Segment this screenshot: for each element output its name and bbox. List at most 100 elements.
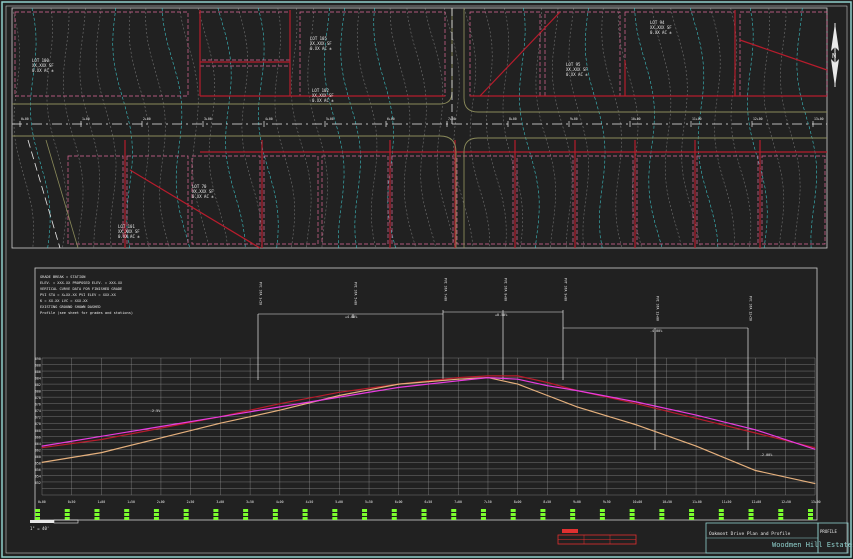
- elev-readout-bar: [124, 513, 130, 516]
- contour-minor: [95, 7, 117, 249]
- station-elev-readout: [421, 509, 427, 520]
- lot-boundary: [696, 155, 759, 245]
- station-tick-label: 6+00: [395, 500, 403, 504]
- contour-minor: [780, 7, 801, 249]
- profile-series-2-point: [517, 383, 519, 385]
- contour-minor: [62, 7, 84, 249]
- station-elev-readout: [124, 509, 130, 520]
- profile-note: GRADE BREAK = STATION: [40, 275, 85, 279]
- elev-readout-bar: [510, 517, 516, 520]
- elev-readout-bar: [808, 517, 813, 520]
- plan-contours: [11, 7, 818, 249]
- contour-minor: [128, 7, 150, 249]
- profile-viewport-frame: [34, 267, 818, 521]
- profile-note: Profile (see sheet for grades and statio…: [40, 311, 133, 315]
- vpi-label: PVI STA 5+00: [354, 282, 358, 305]
- elev-readout-bar: [718, 517, 724, 520]
- contour-minor: [357, 7, 378, 249]
- profile-series-3-point: [398, 386, 400, 388]
- profile-series-1-point: [755, 432, 756, 434]
- contour-minor: [463, 7, 491, 249]
- elev-readout-bar: [302, 517, 308, 520]
- vpi-label: PVI STA 11+00: [656, 296, 660, 321]
- station-elev-readout: [213, 509, 219, 520]
- station-elev-readout: [689, 509, 695, 520]
- vpi-label: PVI STA 7+00: [444, 278, 448, 301]
- elev-readout-bar: [153, 517, 159, 520]
- elev-readout-bar: [480, 509, 486, 512]
- elev-readout-bar: [213, 513, 219, 516]
- elev-readout-bar: [94, 513, 100, 516]
- station-label: 8+00: [509, 117, 517, 121]
- profile-series-2-point: [219, 422, 221, 424]
- elevation-tick-label: 678: [35, 396, 41, 400]
- elev-readout-bar: [302, 513, 308, 516]
- elevation-tick-label: 666: [35, 435, 41, 439]
- elev-readout-bar: [153, 513, 159, 516]
- elev-readout-bar: [689, 513, 695, 516]
- elev-readout-bar: [272, 517, 278, 520]
- profile-series-3-point: [546, 385, 548, 387]
- elevation-tick-label: 686: [35, 370, 41, 374]
- station-label: 2+00: [143, 117, 151, 121]
- station-label: 11+00: [692, 117, 702, 121]
- lot-label-lot-100: 0.XX AC ±: [32, 68, 54, 73]
- elev-readout-bar: [124, 517, 130, 520]
- station-elev-readout: [183, 509, 189, 520]
- elev-readout-bar: [124, 509, 130, 512]
- elev-readout-bar: [599, 509, 605, 512]
- contour-minor: [763, 7, 785, 249]
- profile-series-3-point: [487, 377, 489, 379]
- contour-minor: [617, 7, 643, 249]
- elevation-tick-label: 670: [35, 422, 41, 426]
- profile-series-1-point: [41, 447, 43, 449]
- profile-series-2-point: [41, 461, 43, 463]
- elev-readout-bar: [243, 513, 249, 516]
- elev-readout-bar: [540, 517, 546, 520]
- station-elev-readout: [748, 509, 754, 520]
- lot-boundary: [67, 155, 124, 245]
- elev-readout-bar: [599, 513, 605, 516]
- station-tick-label: 9+50: [603, 500, 611, 504]
- elevation-tick-label: 652: [35, 481, 41, 485]
- elevation-tick-label: 660: [35, 455, 41, 459]
- contour-minor: [46, 7, 67, 249]
- profile-view: GRADE BREAK = STATION ELEV. = XXX.XX PROP…: [30, 267, 821, 545]
- elev-readout-bar: [421, 513, 427, 516]
- elev-readout-bar: [451, 517, 457, 520]
- elevation-tick-label: 674: [35, 409, 41, 413]
- elevation-tick-label: 676: [35, 403, 41, 407]
- profile-series-2-point: [160, 437, 162, 439]
- north-arrow-icon: N: [831, 23, 839, 87]
- elevation-tick-label: 684: [35, 377, 41, 381]
- contour-major: [30, 7, 51, 249]
- elev-readout-bar: [332, 513, 338, 516]
- station-elev-readout: [153, 509, 159, 520]
- contour-minor: [484, 7, 507, 249]
- contour-minor: [291, 7, 312, 249]
- contour-minor: [730, 7, 752, 249]
- elev-readout-bar: [778, 513, 784, 516]
- elev-readout-bar: [570, 513, 576, 516]
- profile-series-2-point: [338, 395, 340, 396]
- contour-major: [796, 7, 818, 249]
- station-tick-label: 2+00: [157, 500, 165, 504]
- sheet-outer-border: [1, 1, 852, 558]
- station-tick-label: 9+00: [573, 500, 581, 504]
- profile-series-2-point: [279, 409, 281, 411]
- elev-readout-bar: [451, 513, 457, 516]
- elev-readout-bar: [629, 509, 635, 512]
- elev-readout-bar: [748, 517, 754, 520]
- elev-readout-bar: [510, 513, 516, 516]
- grade-label: +0.50%: [495, 313, 507, 317]
- profile-series-2-point: [576, 406, 578, 408]
- station-label: 6+00: [387, 117, 395, 121]
- scale-bar: 1" = 40': [30, 519, 79, 531]
- elev-readout-bar: [362, 513, 368, 516]
- lot-boundary: [739, 11, 828, 97]
- elevation-tick-label: 658: [35, 461, 41, 465]
- profile-vpi-markers: PVC STA 3+50 PVI STA 5+00 PVI STA 7+00 PVI …: [150, 278, 772, 457]
- station-elev-readout: [480, 509, 486, 520]
- elevation-tick-label: 680: [35, 390, 41, 394]
- station-elev-readout: [64, 509, 70, 520]
